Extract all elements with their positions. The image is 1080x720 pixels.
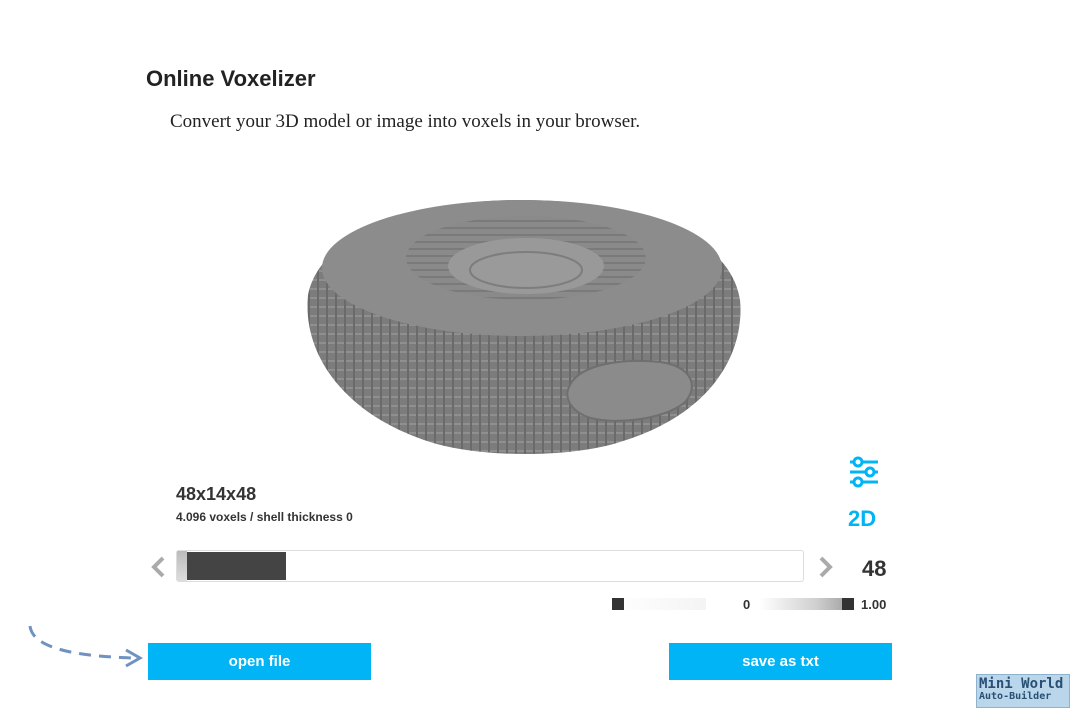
open-file-button[interactable]: open file [148, 643, 371, 680]
threshold-max-handle[interactable] [842, 598, 854, 610]
threshold-max-slider[interactable] [760, 598, 854, 610]
slider-thumb[interactable] [187, 552, 286, 580]
chevron-left-icon [151, 556, 165, 578]
slider-increase-button[interactable] [814, 552, 836, 582]
resolution-value: 48 [862, 556, 887, 581]
dashed-arrow-icon [28, 625, 144, 668]
mode-2d-button[interactable]: 2D [846, 503, 882, 531]
model-dimensions: 48x14x48 [176, 484, 257, 504]
chevron-right-icon [819, 556, 833, 578]
voxel-model-render [307, 200, 741, 454]
mode-2d-label: 2D [848, 506, 876, 531]
threshold-min-handle[interactable] [612, 598, 624, 610]
slider-decrease-button[interactable] [148, 552, 170, 582]
page-subtitle: Convert your 3D model or image into voxe… [170, 111, 641, 132]
voxel-count-info: 4.096 voxels / shell thickness 0 [176, 510, 353, 524]
threshold-min-label: 0 [743, 597, 751, 612]
page-title: Online Voxelizer [146, 66, 316, 91]
voxel-viewport[interactable] [290, 180, 760, 470]
threshold-max-label: 1.00 [861, 597, 887, 612]
sliders-icon[interactable] [846, 454, 882, 490]
save-as-txt-button[interactable]: save as txt [669, 643, 892, 680]
watermark-line1: Mini World [979, 676, 1064, 692]
watermark-logo: Mini World Auto-Builder [976, 674, 1070, 708]
slider-track-edge [177, 551, 187, 581]
threshold-min-slider[interactable] [612, 598, 706, 610]
watermark-line2: Auto-Builder [979, 691, 1052, 702]
resolution-slider[interactable] [176, 550, 804, 582]
